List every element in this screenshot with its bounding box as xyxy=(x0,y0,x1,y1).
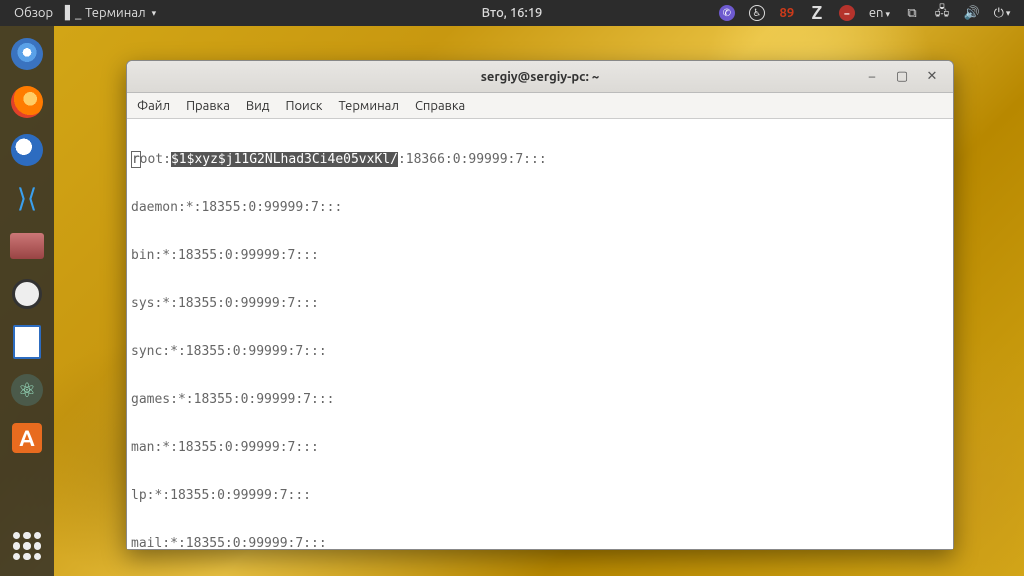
terminal-line: man:*:18355:0:99999:7::: xyxy=(131,440,949,456)
files-icon xyxy=(10,233,44,259)
chevron-down-icon: ▾ xyxy=(1006,8,1011,19)
minimize-button[interactable]: – xyxy=(865,70,879,84)
accessibility-icon[interactable]: ♿ xyxy=(749,5,765,21)
status-dash-icon[interactable]: – xyxy=(839,5,855,21)
clock[interactable]: Вто, 16:19 xyxy=(482,6,543,20)
terminal-line: sync:*:18355:0:99999:7::: xyxy=(131,344,949,360)
terminal-line: lp:*:18355:0:99999:7::: xyxy=(131,488,949,504)
vscode-icon: ⟩⟨ xyxy=(17,183,37,214)
maximize-button[interactable]: ▢ xyxy=(895,70,909,84)
dock-software[interactable]: A xyxy=(5,416,49,460)
chevron-down-icon: ▾ xyxy=(885,9,890,19)
terminal-line: games:*:18355:0:99999:7::: xyxy=(131,392,949,408)
menu-file[interactable]: Файл xyxy=(137,99,170,113)
close-button[interactable]: ✕ xyxy=(925,70,939,84)
menu-search[interactable]: Поиск xyxy=(285,99,322,113)
dock-files[interactable] xyxy=(5,224,49,268)
dock-writer[interactable] xyxy=(5,320,49,364)
dock-atom[interactable]: ⚛ xyxy=(5,368,49,412)
terminal-line: bin:*:18355:0:99999:7::: xyxy=(131,248,949,264)
terminal-window: sergiy@sergiy-pc: ~ – ▢ ✕ Файл Правка Ви… xyxy=(126,60,954,550)
menu-help[interactable]: Справка xyxy=(415,99,465,113)
dock-show-apps[interactable] xyxy=(5,524,49,568)
software-icon: A xyxy=(12,423,42,453)
writer-icon xyxy=(13,325,41,359)
dock-clock[interactable] xyxy=(5,272,49,316)
power-icon[interactable]: ⏻▾ xyxy=(994,5,1010,21)
menu-view[interactable]: Вид xyxy=(246,99,270,113)
terminal-line: rroot:$1$xyz$j11G2NLhad3Ci4e05vxKl/:1836… xyxy=(131,152,949,168)
dock-chromium[interactable] xyxy=(5,32,49,76)
tray-devices-icon[interactable]: ⧉ xyxy=(904,5,920,21)
terminal-line: daemon:*:18355:0:99999:7::: xyxy=(131,200,949,216)
zorin-icon[interactable]: Z xyxy=(809,5,825,21)
top-panel: Обзор ▌_ Терминал ▾ Вто, 16:19 ✆ ♿ 89 Z … xyxy=(0,0,1024,26)
network-icon[interactable]: 🖧 xyxy=(934,5,950,21)
firefox-icon xyxy=(11,86,43,118)
activities-button[interactable]: Обзор xyxy=(14,6,53,20)
dock: ⟩⟨ ⚛ A xyxy=(0,26,54,576)
window-title: sergiy@sergiy-pc: ~ xyxy=(481,70,599,84)
app-menu[interactable]: ▌_ Терминал ▾ xyxy=(65,5,156,21)
selection: $1$xyz$j11G2NLhad3Ci4e05vxKl/ xyxy=(171,152,398,167)
menu-edit[interactable]: Правка xyxy=(186,99,230,113)
menu-terminal[interactable]: Терминал xyxy=(338,99,398,113)
keyboard-layout[interactable]: en▾ xyxy=(869,6,890,20)
clock-icon xyxy=(12,279,42,309)
chevron-down-icon: ▾ xyxy=(152,8,157,19)
terminal-icon: ▌_ xyxy=(65,5,81,21)
apps-grid-icon xyxy=(13,532,41,560)
atom-icon: ⚛ xyxy=(11,374,43,406)
terminal-output[interactable]: rroot:$1$xyz$j11G2NLhad3Ci4e05vxKl/:1836… xyxy=(127,119,953,549)
thunderbird-icon xyxy=(11,134,43,166)
volume-icon[interactable]: 🔊 xyxy=(964,5,980,21)
terminal-line: sys:*:18355:0:99999:7::: xyxy=(131,296,949,312)
chromium-icon xyxy=(11,38,43,70)
calendar-indicator-icon[interactable]: 89 xyxy=(779,5,795,21)
menubar: Файл Правка Вид Поиск Терминал Справка xyxy=(127,93,953,119)
app-menu-label: Терминал xyxy=(85,6,145,20)
dock-thunderbird[interactable] xyxy=(5,128,49,172)
viber-icon[interactable]: ✆ xyxy=(719,5,735,21)
dock-vscode[interactable]: ⟩⟨ xyxy=(5,176,49,220)
dock-firefox[interactable] xyxy=(5,80,49,124)
titlebar[interactable]: sergiy@sergiy-pc: ~ – ▢ ✕ xyxy=(127,61,953,93)
terminal-line: mail:*:18355:0:99999:7::: xyxy=(131,536,949,549)
